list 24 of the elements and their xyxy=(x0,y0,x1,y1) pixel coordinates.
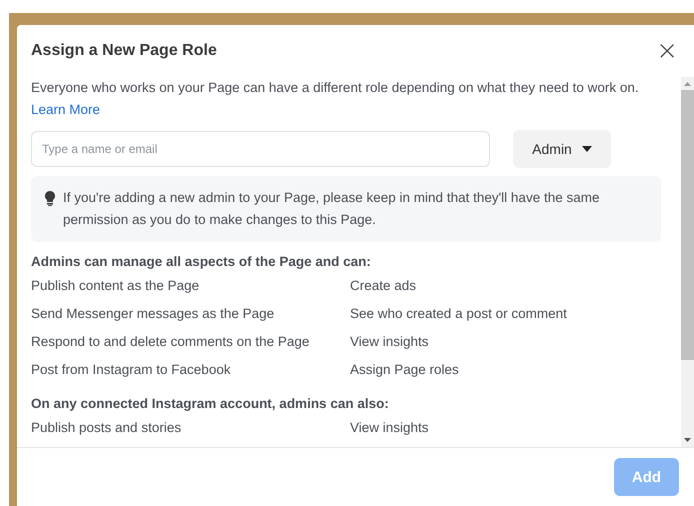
section-heading: On any connected Instagram account, admins can also: xyxy=(31,394,390,413)
permission-item: Send Messenger messages as the Page xyxy=(31,304,276,323)
name-input-field[interactable]: Type a name or email xyxy=(31,130,490,167)
permission-item: Publish content as the Page xyxy=(31,276,200,295)
permission-item: Create ads xyxy=(350,276,418,295)
permission-item: Post from Instagram to Facebook xyxy=(31,360,232,379)
close-button[interactable]: × xyxy=(656,40,678,61)
permission-item: Respond to and delete comments on the Page xyxy=(31,332,310,351)
caret-icon xyxy=(582,146,592,152)
role-dropdown-button[interactable]: Admin xyxy=(513,130,611,168)
permission-item: Assign Page roles xyxy=(350,360,460,379)
lightbulb-icon xyxy=(45,190,55,206)
scroll-up-icon[interactable] xyxy=(684,82,691,86)
permission-item: View insights xyxy=(350,332,430,351)
description: Everyone who works on your Page can have a different role depending on what they need to work on. Learn More xyxy=(31,78,640,119)
notice-text: If you're adding a new admin to your Page, please keep in mind that they'll have the same permission as you do to make changes to this Page. xyxy=(63,188,600,229)
scrollbar[interactable] xyxy=(681,76,694,447)
permission-item: See who created a post or comment xyxy=(350,304,568,323)
permission-item: View insights xyxy=(350,418,430,437)
section-heading: Admins can manage all aspects of the Page and can: xyxy=(31,252,372,271)
dialog-title: Assign a New Page Role xyxy=(31,42,217,60)
scroll-down-icon[interactable] xyxy=(684,438,691,442)
learn-more-link[interactable]: Learn More xyxy=(31,102,100,117)
permission-item: Publish posts and stories xyxy=(31,418,182,437)
